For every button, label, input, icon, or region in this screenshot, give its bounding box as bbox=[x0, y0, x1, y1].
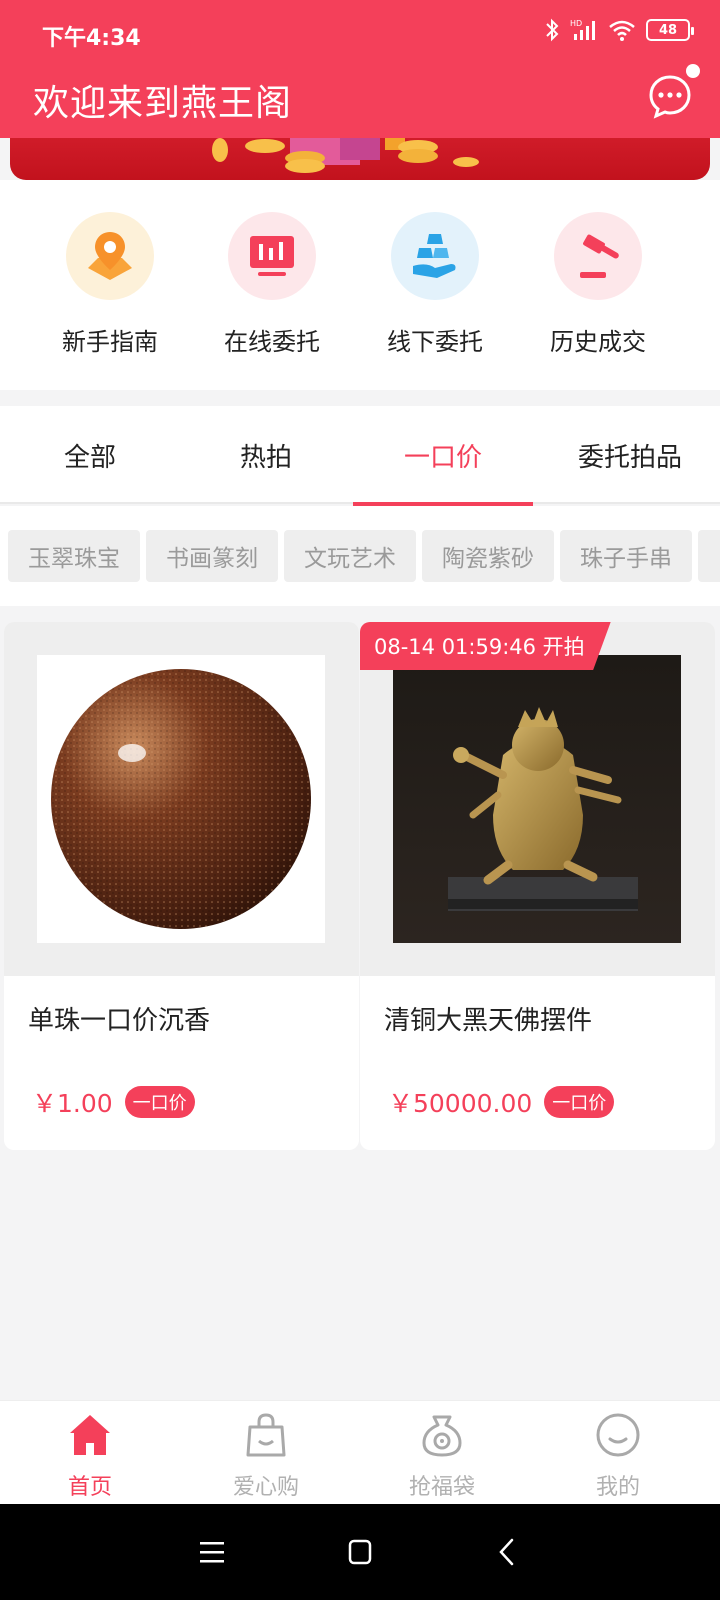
status-icons: HD 48 bbox=[544, 18, 694, 42]
wifi-icon bbox=[609, 20, 635, 41]
product-image-agarwood-bead bbox=[37, 655, 325, 943]
quick-menu-offline-consign[interactable]: 线下委托 bbox=[365, 212, 505, 357]
tab-consigned[interactable]: 委托拍品 bbox=[540, 406, 720, 504]
product-name: 清铜大黑天佛摆件 bbox=[384, 1006, 593, 1036]
bluetooth-icon bbox=[546, 18, 559, 42]
bottom-nav: 首页 爱心购 抢福袋 我的 bbox=[0, 1400, 720, 1504]
product-price: ￥50000.00 bbox=[388, 1089, 533, 1118]
product-price: ￥1.00 bbox=[32, 1089, 113, 1118]
tab-bar: 全部 热拍 一口价 委托拍品 bbox=[0, 406, 720, 506]
nav-home[interactable]: 首页 bbox=[0, 1411, 180, 1501]
map-pin-icon bbox=[66, 212, 154, 300]
product-card[interactable]: 08-14 01:59:46 开拍 清铜大黑天佛摆件 ￥50000.00 一口价 bbox=[360, 622, 715, 1150]
app-title: 欢迎来到燕王阁 bbox=[33, 83, 293, 124]
menu-icon[interactable] bbox=[192, 1532, 232, 1572]
home-icon bbox=[70, 1415, 110, 1455]
app-header: 下午4:34 HD 48 欢迎来到燕王阁 bbox=[0, 0, 720, 138]
category-collectibles[interactable]: 文玩艺术 bbox=[284, 530, 416, 582]
nav-lucky-bag[interactable]: 抢福袋 bbox=[352, 1411, 532, 1501]
status-bar: 下午4:34 HD 48 bbox=[0, 0, 720, 70]
product-image-area bbox=[360, 622, 715, 976]
chat-bubble-icon[interactable] bbox=[646, 72, 694, 120]
category-filter: 玉翠珠宝 书画篆刻 文玩艺术 陶瓷紫砂 珠子手串 bbox=[0, 506, 720, 606]
quick-menu-guide[interactable]: 新手指南 bbox=[40, 212, 180, 357]
back-icon[interactable] bbox=[488, 1532, 528, 1572]
monitor-chart-icon bbox=[228, 212, 316, 300]
tab-all[interactable]: 全部 bbox=[0, 406, 180, 504]
auction-start-time-badge: 08-14 01:59:46 开拍 bbox=[360, 622, 611, 670]
quick-menu-online-consign[interactable]: 在线委托 bbox=[202, 212, 342, 357]
category-bead-bracelets[interactable]: 珠子手串 bbox=[560, 530, 692, 582]
nav-label: 首页 bbox=[67, 1475, 112, 1500]
nav-label: 我的 bbox=[595, 1475, 640, 1500]
category-painting-seal[interactable]: 书画篆刻 bbox=[146, 530, 278, 582]
smiley-profile-icon bbox=[596, 1413, 640, 1457]
product-name: 单珠一口价沉香 bbox=[28, 1006, 211, 1036]
battery-indicator: 48 bbox=[646, 19, 694, 41]
nav-charity-shop[interactable]: 爱心购 bbox=[176, 1411, 356, 1501]
nav-profile[interactable]: 我的 bbox=[528, 1411, 708, 1501]
quick-menu-label: 新手指南 bbox=[62, 328, 158, 356]
category-more[interactable] bbox=[698, 530, 720, 582]
home-square-icon[interactable] bbox=[340, 1532, 380, 1572]
system-nav-bar bbox=[0, 1504, 720, 1600]
gavel-icon bbox=[554, 212, 642, 300]
nav-label: 爱心购 bbox=[232, 1475, 299, 1500]
svg-text:HD: HD bbox=[570, 19, 582, 28]
quick-menu: 新手指南 在线委托 线下委托 历史成交 bbox=[0, 180, 720, 390]
gold-bars-icon bbox=[391, 212, 479, 300]
category-ceramics[interactable]: 陶瓷紫砂 bbox=[422, 530, 554, 582]
signal-icon: HD bbox=[570, 19, 595, 40]
nav-label: 抢福袋 bbox=[408, 1475, 475, 1500]
quick-menu-history[interactable]: 历史成交 bbox=[528, 212, 668, 357]
category-jade-jewelry[interactable]: 玉翠珠宝 bbox=[8, 530, 140, 582]
unread-dot bbox=[686, 64, 700, 78]
fixed-price-tag: 一口价 bbox=[124, 1086, 195, 1118]
status-time: 下午4:34 bbox=[42, 26, 141, 51]
product-image-area bbox=[4, 622, 359, 976]
shopping-bag-icon bbox=[246, 1413, 286, 1457]
quick-menu-label: 历史成交 bbox=[550, 328, 646, 356]
tab-fixed-price[interactable]: 一口价 bbox=[353, 406, 533, 506]
product-card[interactable]: 单珠一口价沉香 ￥1.00 一口价 bbox=[4, 622, 359, 1150]
quick-menu-label: 线下委托 bbox=[387, 328, 483, 356]
tab-hot[interactable]: 热拍 bbox=[176, 406, 356, 504]
product-image-bronze-statue bbox=[393, 655, 681, 943]
product-price-row: ￥1.00 一口价 bbox=[32, 1084, 195, 1120]
lucky-bag-icon bbox=[422, 1415, 462, 1457]
fixed-price-tag: 一口价 bbox=[544, 1086, 615, 1118]
quick-menu-label: 在线委托 bbox=[224, 328, 320, 356]
product-price-row: ￥50000.00 一口价 bbox=[388, 1084, 615, 1120]
